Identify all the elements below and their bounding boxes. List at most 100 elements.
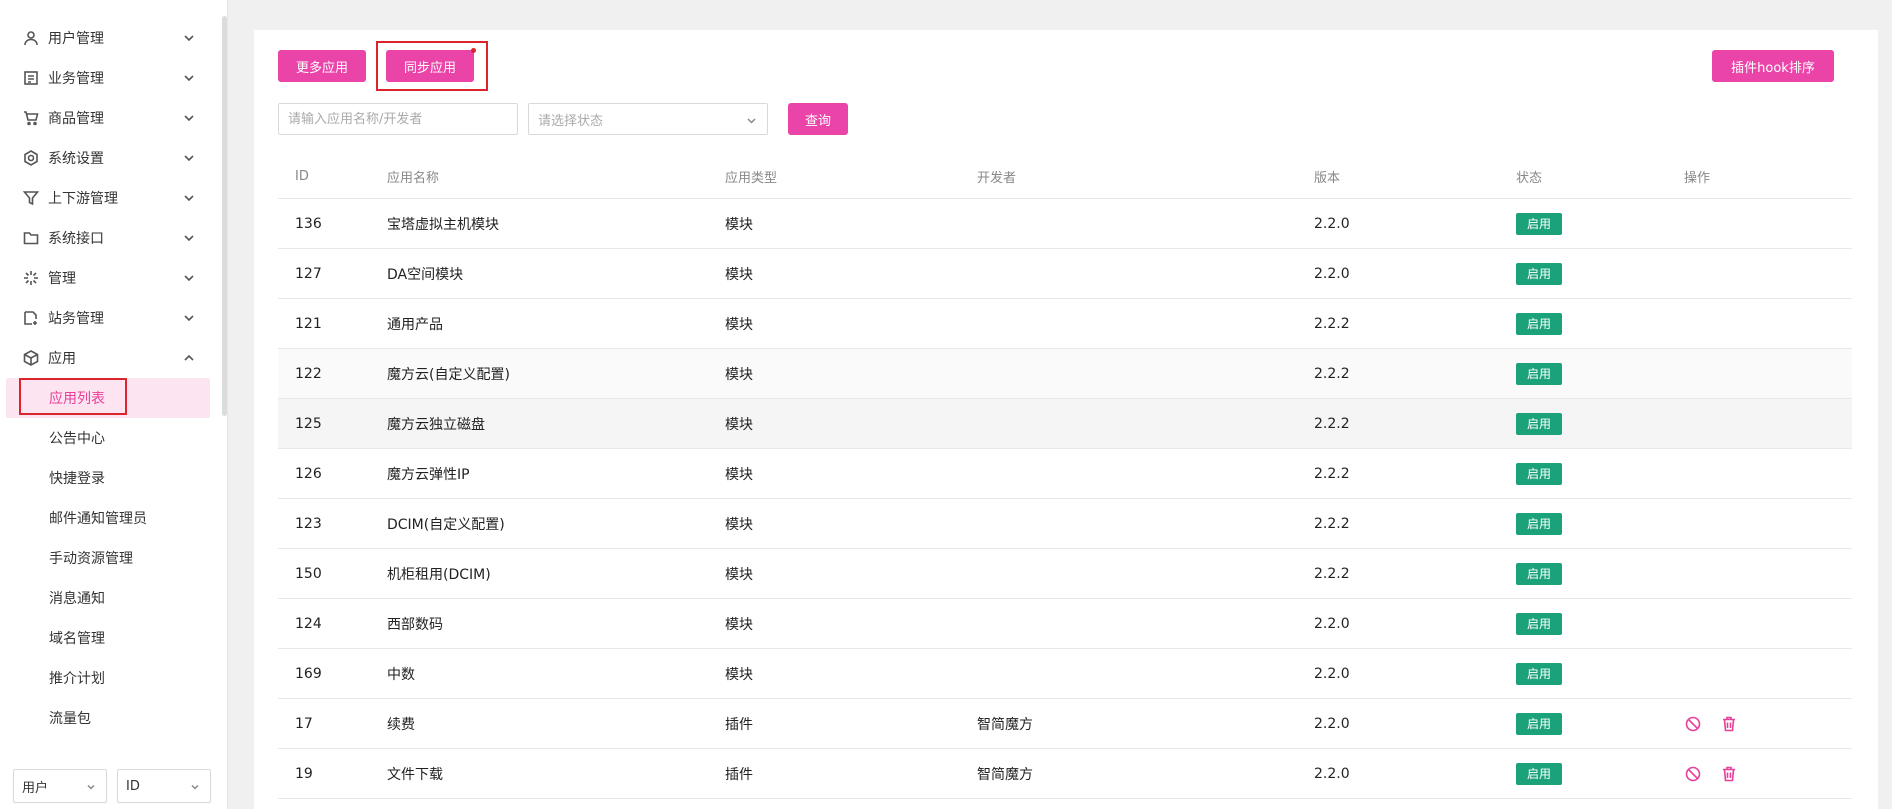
cell-name: 文件下载 [387,766,443,783]
cell-id: 127 [295,265,322,282]
status-badge: 启用 [1516,262,1562,285]
cart-icon [22,109,40,127]
header-developer[interactable]: 开发者 [977,167,1314,186]
more-apps-button[interactable]: 更多应用 [278,50,366,82]
chevron-down-icon [182,231,196,245]
disable-icon[interactable] [1684,765,1702,783]
header-status[interactable]: 状态 [1516,167,1684,186]
submenu-label: 快捷登录 [49,471,105,487]
menu-label: 应用 [48,351,76,367]
cell-version: 2.2.2 [1314,565,1350,582]
submenu-label: 邮件通知管理员 [49,511,147,527]
status-badge: 启用 [1516,312,1562,335]
cell-name: 西部数码 [387,616,443,633]
header-name[interactable]: 应用名称 [387,167,725,186]
header-version[interactable]: 版本 [1314,167,1516,186]
submenu-label: 应用列表 [49,391,105,407]
table-row[interactable]: 124 西部数码 模块 2.2.0 启用 [278,599,1852,649]
cell-id: 126 [295,465,322,482]
table-row[interactable]: 126 魔方云弹性IP 模块 2.2.2 启用 [278,449,1852,499]
sidebar-menu: 用户管理 业务管理 商品管理 系统设置 上下游管理 系统接口 管理 站务管理 应… [0,18,222,738]
status-badge: 启用 [1516,212,1562,235]
cell-id: 169 [295,665,322,682]
status-select[interactable]: 请选择状态 [528,103,768,135]
table-row[interactable]: 169 中数 模块 2.2.0 启用 [278,649,1852,699]
table-row[interactable]: 123 DCIM(自定义配置) 模块 2.2.2 启用 [278,499,1852,549]
cell-status: 启用 [1516,612,1684,635]
main-panel: 更多应用 同步应用 插件hook排序 请选择状态 查询 ID 应用名称 应用类型… [254,30,1878,809]
cube-icon [22,349,40,367]
table-row[interactable]: 17 续费 插件 智简魔方 2.2.0 启用 [278,699,1852,749]
query-button[interactable]: 查询 [788,103,848,135]
cell-type: 模块 [725,516,753,533]
submenu-item-app-list[interactable]: 应用列表 [6,378,210,418]
status-badge: 启用 [1516,412,1562,435]
table-row[interactable]: 121 通用产品 模块 2.2.2 启用 [278,299,1852,349]
menu-item-business-management[interactable]: 业务管理 [0,58,222,98]
cell-version: 2.2.2 [1314,465,1350,482]
submenu-item-announcements[interactable]: 公告中心 [0,418,222,458]
submenu-item-manual-resources[interactable]: 手动资源管理 [0,538,222,578]
menu-item-apps[interactable]: 应用 [0,338,222,378]
table-row[interactable]: 122 魔方云(自定义配置) 模块 2.2.2 启用 [278,349,1852,399]
keyword-search-input[interactable] [278,103,518,135]
delete-icon[interactable] [1720,715,1738,733]
menu-item-user-management[interactable]: 用户管理 [0,18,222,58]
cell-developer: 智简魔方 [977,766,1033,783]
disable-icon[interactable] [1684,715,1702,733]
header-ops: 操作 [1684,171,1711,186]
file-add-icon [22,309,40,327]
menu-label: 用户管理 [48,31,104,47]
cell-status: 启用 [1516,362,1684,385]
menu-label: 商品管理 [48,111,104,127]
cell-status: 启用 [1516,262,1684,285]
cell-type: 模块 [725,416,753,433]
sync-apps-button[interactable]: 同步应用 [386,50,474,82]
cell-version: 2.2.0 [1314,765,1350,782]
cell-id: 121 [295,315,322,332]
menu-item-site-management[interactable]: 站务管理 [0,298,222,338]
menu-item-upstream-downstream[interactable]: 上下游管理 [0,178,222,218]
menu-item-management[interactable]: 管理 [0,258,222,298]
cell-id: 125 [295,415,322,432]
delete-icon[interactable] [1720,765,1738,783]
submenu-item-notifications[interactable]: 消息通知 [0,578,222,618]
submenu-item-traffic-pack[interactable]: 流量包 [0,698,222,738]
hook-sort-button[interactable]: 插件hook排序 [1712,50,1834,82]
select-value: ID [126,778,140,794]
notification-dot [471,48,476,53]
status-badge: 启用 [1516,462,1562,485]
sparkle-icon [22,269,40,287]
sidebar: 用户管理 业务管理 商品管理 系统设置 上下游管理 系统接口 管理 站务管理 应… [0,0,228,809]
submenu-item-email-admin[interactable]: 邮件通知管理员 [0,498,222,538]
cell-version: 2.2.2 [1314,415,1350,432]
table-header: ID 应用名称 应用类型 开发者 版本 状态 操作 [278,155,1852,199]
cell-developer: 智简魔方 [977,716,1033,733]
submenu-label: 公告中心 [49,431,105,447]
filter-icon [22,189,40,207]
search-field-select[interactable]: ID [117,769,211,803]
search-type-select[interactable]: 用户 [13,769,107,803]
menu-item-system-interface[interactable]: 系统接口 [0,218,222,258]
table-row[interactable]: 19 文件下载 插件 智简魔方 2.2.0 启用 [278,749,1852,799]
cell-version: 2.2.0 [1314,715,1350,732]
menu-item-product-management[interactable]: 商品管理 [0,98,222,138]
table-row[interactable]: 150 机柜租用(DCIM) 模块 2.2.2 启用 [278,549,1852,599]
submenu-item-referral[interactable]: 推介计划 [0,658,222,698]
table-row[interactable]: 127 DA空间模块 模块 2.2.0 启用 [278,249,1852,299]
status-badge: 启用 [1516,562,1562,585]
menu-item-system-settings[interactable]: 系统设置 [0,138,222,178]
header-id[interactable]: ID [278,169,387,184]
sidebar-scrollbar[interactable] [222,16,227,416]
submenu-item-quick-login[interactable]: 快捷登录 [0,458,222,498]
submenu-item-domain-management[interactable]: 域名管理 [0,618,222,658]
cell-name: 机柜租用(DCIM) [387,566,491,583]
table-row[interactable]: 136 宝塔虚拟主机模块 模块 2.2.0 启用 [278,199,1852,249]
table-row[interactable]: 125 魔方云独立磁盘 模块 2.2.2 启用 [278,399,1852,449]
cell-name: DCIM(自定义配置) [387,516,505,533]
cell-version: 2.2.2 [1314,315,1350,332]
chevron-down-icon [182,31,196,45]
cell-version: 2.2.0 [1314,665,1350,682]
header-type[interactable]: 应用类型 [725,167,977,186]
cell-status: 启用 [1516,662,1684,685]
